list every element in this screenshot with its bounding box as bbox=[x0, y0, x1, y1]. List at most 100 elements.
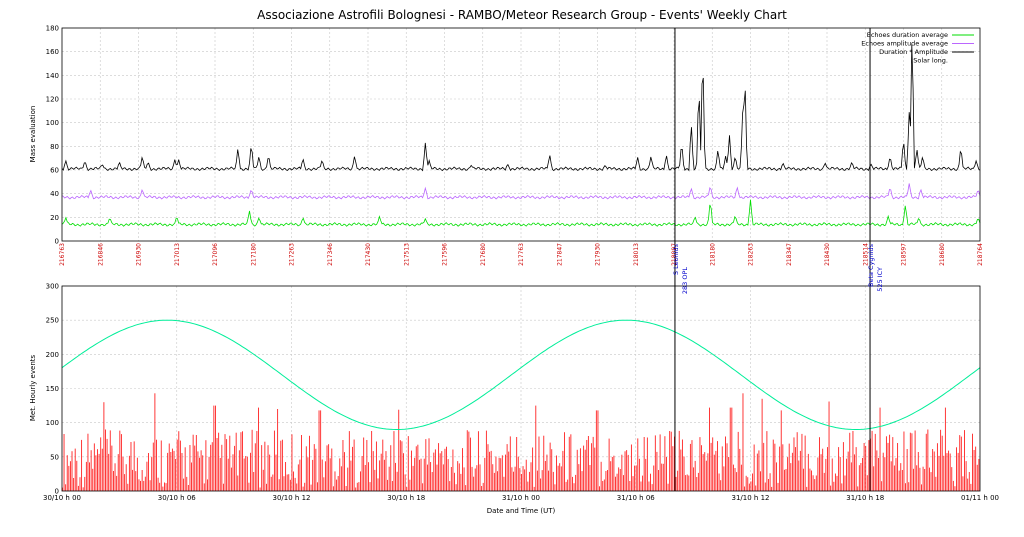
event-bar bbox=[760, 471, 761, 491]
event-bar bbox=[586, 440, 588, 491]
x-tick-label: 30/10 h 12 bbox=[273, 494, 311, 502]
top-y-tick-label: 60 bbox=[50, 167, 59, 175]
event-bar bbox=[774, 443, 776, 491]
solar-longitude-tick-label: 217847 bbox=[556, 243, 563, 266]
event-bar bbox=[579, 448, 581, 491]
event-bar bbox=[654, 435, 656, 491]
event-bar bbox=[748, 483, 750, 491]
event-bar bbox=[301, 435, 302, 491]
event-bar bbox=[822, 448, 824, 491]
event-bar bbox=[74, 448, 76, 491]
event-bar bbox=[691, 440, 693, 491]
event-bar bbox=[855, 447, 857, 491]
event-bar bbox=[495, 456, 497, 491]
event-bar bbox=[364, 465, 366, 491]
event-bar bbox=[114, 463, 116, 491]
event-bar bbox=[342, 440, 344, 491]
event-bar bbox=[713, 454, 715, 491]
chart-title: Associazione Astrofili Bolognesi - RAMBO… bbox=[257, 8, 787, 22]
event-bar bbox=[871, 430, 873, 491]
event-bar bbox=[262, 469, 264, 491]
event-bar bbox=[747, 477, 749, 491]
event-bar bbox=[181, 453, 183, 491]
event-bar bbox=[965, 461, 967, 491]
event-bar bbox=[705, 460, 707, 491]
solar-longitude-tick-label: 217596 bbox=[442, 243, 449, 266]
event-bar bbox=[968, 472, 970, 491]
event-bar bbox=[474, 468, 476, 491]
event-bar bbox=[783, 469, 785, 491]
event-bar bbox=[559, 463, 561, 491]
event-bar bbox=[422, 483, 424, 491]
event-bar bbox=[152, 442, 154, 491]
event-bar bbox=[87, 433, 89, 491]
event-bar bbox=[286, 474, 288, 491]
event-bar bbox=[291, 434, 293, 491]
event-bar bbox=[898, 470, 900, 491]
event-bar bbox=[683, 456, 685, 491]
event-bar bbox=[525, 459, 527, 491]
event-bar bbox=[273, 430, 275, 491]
event-bar bbox=[535, 405, 537, 491]
event-bar bbox=[235, 432, 237, 491]
event-bar bbox=[881, 481, 883, 491]
event-bar bbox=[82, 487, 84, 491]
event-bar bbox=[659, 434, 661, 491]
event-bar bbox=[549, 442, 551, 491]
event-bar bbox=[750, 481, 752, 491]
event-bar bbox=[696, 477, 698, 491]
event-bar bbox=[205, 440, 207, 491]
event-bar bbox=[807, 453, 809, 491]
event-bar bbox=[791, 452, 793, 491]
event-bar bbox=[836, 475, 838, 491]
event-bar bbox=[481, 486, 483, 491]
event-bar bbox=[731, 407, 733, 491]
event-bar bbox=[536, 470, 538, 491]
event-bar bbox=[854, 454, 855, 491]
event-bar bbox=[879, 407, 881, 491]
event-bar bbox=[610, 461, 612, 491]
solar-longitude-tick-label: 218347 bbox=[786, 243, 793, 266]
top-y-tick-label: 120 bbox=[46, 96, 59, 104]
event-bar bbox=[375, 441, 377, 491]
event-bar bbox=[669, 431, 671, 491]
x-tick-label: 31/10 h 12 bbox=[732, 494, 770, 502]
event-bar bbox=[790, 463, 792, 491]
event-bar bbox=[250, 452, 251, 491]
event-bar bbox=[442, 464, 444, 491]
event-bar bbox=[925, 433, 927, 491]
event-bar bbox=[662, 463, 664, 491]
event-bar bbox=[218, 432, 220, 491]
event-bar bbox=[544, 461, 546, 491]
event-bar bbox=[501, 455, 503, 491]
event-bar bbox=[634, 465, 636, 491]
event-bar bbox=[576, 449, 578, 491]
bottom-y-tick-label: 100 bbox=[46, 419, 59, 427]
event-bar bbox=[650, 473, 651, 491]
event-bar bbox=[890, 461, 892, 491]
event-bar bbox=[444, 448, 446, 491]
event-bar bbox=[281, 439, 283, 491]
event-bar bbox=[171, 448, 173, 491]
event-bar bbox=[933, 451, 935, 491]
event-bar bbox=[572, 476, 573, 491]
event-bar bbox=[120, 434, 122, 491]
event-bar bbox=[116, 475, 118, 491]
event-bar bbox=[587, 436, 589, 491]
event-bar bbox=[141, 470, 143, 491]
event-bar bbox=[111, 445, 113, 491]
event-bar bbox=[280, 440, 282, 491]
event-bar bbox=[98, 453, 100, 491]
event-bar bbox=[602, 481, 604, 491]
event-bar bbox=[648, 481, 650, 491]
event-bar bbox=[419, 459, 420, 491]
event-bar bbox=[189, 445, 191, 491]
event-bar bbox=[846, 458, 848, 491]
event-bar bbox=[538, 436, 540, 491]
event-bar bbox=[363, 437, 365, 491]
event-bar bbox=[175, 459, 177, 491]
event-bar bbox=[371, 431, 373, 491]
event-bar bbox=[589, 465, 591, 491]
event-bar bbox=[672, 446, 674, 491]
event-bar bbox=[455, 484, 457, 491]
